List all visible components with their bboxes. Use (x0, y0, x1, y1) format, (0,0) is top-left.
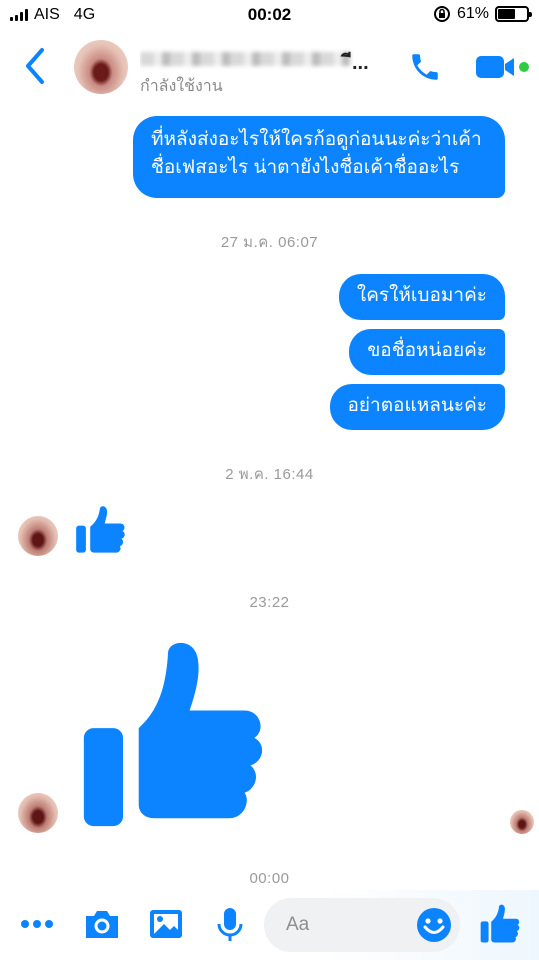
contact-avatar-small[interactable] (18, 516, 58, 556)
thumbs-up-sticker-large[interactable] (76, 636, 272, 832)
message-bubble-sent[interactable]: ที่หลังส่งอะไรให้ใครก้อดูก่อนนะค่ะว่าเค้… (133, 116, 505, 198)
message-line: ที่หลังส่งอะไรให้ใครก้อดูก่อนนะค่ะว่าเค้… (151, 129, 482, 150)
battery-fill (498, 9, 516, 19)
back-button[interactable] (20, 46, 50, 86)
like-icon[interactable] (478, 902, 522, 946)
message-bubble-sent[interactable]: ใครให้เบอมาค่ะ (338, 274, 505, 320)
photo-icon[interactable] (146, 904, 186, 944)
emoji-icon[interactable] (416, 907, 452, 943)
video-call-icon[interactable] (474, 52, 524, 82)
timestamp: 00:00 (249, 870, 290, 887)
battery-icon (495, 6, 532, 22)
contact-avatar-small[interactable] (18, 793, 58, 833)
contact-status: กำลังใช้งาน (140, 78, 223, 95)
message-bubble-sent[interactable]: อย่าตอแหลนะค่ะ (329, 384, 505, 430)
timestamp: 2 พ.ค. 16:44 (225, 466, 314, 483)
message-line: ชื่อเฟสอะไร น่าตายังไงชื่อเค้าชื่ออะไร (151, 157, 460, 178)
thumbs-up-sticker-small[interactable] (74, 503, 128, 557)
online-indicator (519, 62, 529, 72)
more-icon[interactable] (20, 912, 54, 936)
rotation-lock-icon (433, 6, 450, 22)
seen-avatar (510, 810, 534, 834)
timestamp: 27 ม.ค. 06:07 (220, 234, 319, 251)
contact-name[interactable]: ี... (140, 46, 380, 70)
battery-percent: 61% (456, 5, 489, 22)
message-input[interactable]: Aa (264, 898, 460, 952)
status-bar: AIS 4G 00:02 61% (0, 0, 539, 30)
contact-avatar[interactable] (74, 40, 128, 94)
message-bubble-sent[interactable]: ขอชื่อหน่อยค่ะ (349, 329, 505, 375)
phone-icon[interactable] (408, 50, 442, 84)
message-input-placeholder: Aa (286, 914, 310, 935)
composer-bar: Aa (0, 890, 539, 960)
mic-icon[interactable] (210, 904, 250, 944)
chat-header: ี... กำลังใช้งาน (0, 30, 539, 104)
status-right: 61% (433, 5, 532, 23)
contact-name-suffix: ี... (352, 52, 369, 70)
timestamp: 23:22 (249, 594, 290, 611)
camera-icon[interactable] (82, 904, 122, 944)
name-redaction (140, 52, 350, 66)
